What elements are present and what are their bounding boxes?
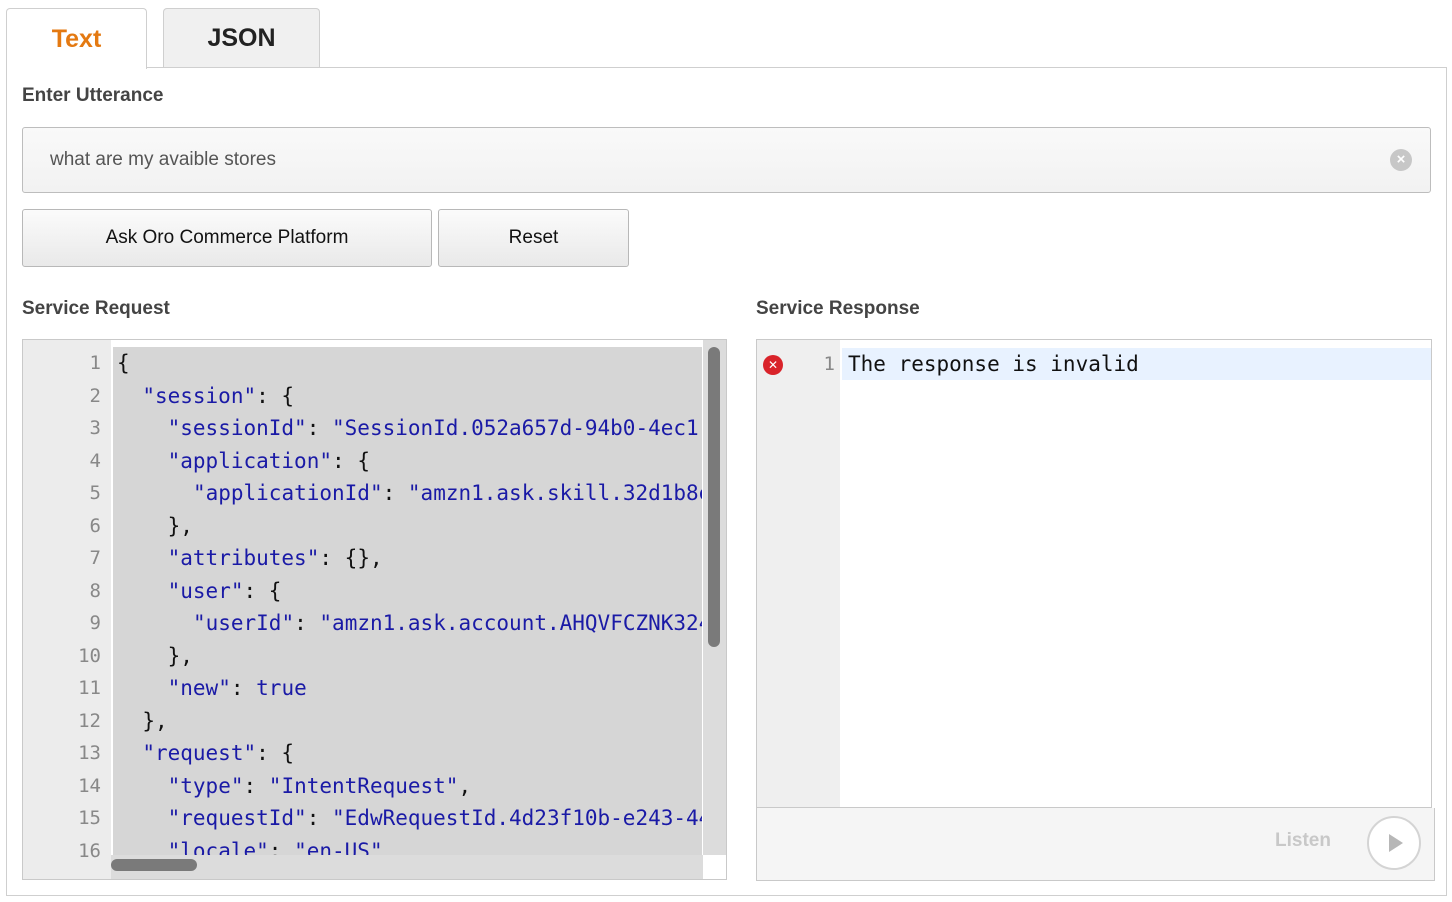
ask-button[interactable]: Ask Oro Commerce Platform <box>22 209 432 267</box>
code-line: "userId": "amzn1.ask.account.AHQVFCZNK32… <box>192 611 702 635</box>
code-line: "request": { <box>142 741 295 765</box>
code-line: }, <box>167 513 193 538</box>
line-number-gutter: 1 2 3 4 5 6 7 8 9 10 11 12 13 14 15 16 <box>23 340 111 879</box>
code-line: "attributes": {}, <box>167 546 383 570</box>
response-text: The response is invalid <box>848 352 1139 376</box>
code-line: "type": "IntentRequest", <box>167 773 472 798</box>
line-number: 7 <box>89 547 101 569</box>
code-line: "sessionId": "SessionId.052a657d-94b0-4e… <box>167 416 702 440</box>
tab-json-label: JSON <box>207 24 276 52</box>
line-number: 5 <box>89 482 101 504</box>
code-line: { <box>117 351 130 375</box>
line-number: 11 <box>78 677 101 699</box>
code-line: }, <box>142 708 168 733</box>
horizontal-scrollbar-thumb[interactable] <box>111 859 197 871</box>
code-line: "session": { <box>142 383 295 408</box>
line-number: 8 <box>89 579 101 602</box>
play-button[interactable] <box>1367 816 1421 870</box>
line-number: 3 <box>89 417 101 439</box>
play-icon <box>1389 834 1403 852</box>
code-area[interactable]: { "session": { "sessionId": "SessionId.0… <box>113 347 702 855</box>
service-request-editor[interactable]: 1 2 3 4 5 6 7 8 9 10 11 12 13 14 15 16 { "session": { "… <box>22 339 727 880</box>
line-number: 16 <box>78 839 101 862</box>
code-line: }, <box>167 643 193 668</box>
code-line: "user": { <box>167 578 282 603</box>
tab-text[interactable]: Text <box>6 8 147 69</box>
service-response-label: Service Response <box>756 298 920 319</box>
line-number-gutter: ✕ 1 <box>757 340 840 807</box>
tab-json[interactable]: JSON <box>163 8 320 68</box>
line-number: 6 <box>89 514 101 537</box>
listen-bar: Listen <box>756 808 1435 881</box>
line-number: 12 <box>78 709 101 732</box>
line-number: 14 <box>78 774 101 797</box>
line-number: 2 <box>89 384 101 407</box>
line-number: 13 <box>78 742 101 764</box>
line-number: 15 <box>78 807 101 829</box>
reset-button[interactable]: Reset <box>438 209 629 267</box>
code-line: "new": true <box>167 676 307 700</box>
code-line: "applicationId": "amzn1.ask.skill.32d1b8… <box>192 481 702 505</box>
utterance-field: × <box>22 127 1431 193</box>
horizontal-scrollbar-track[interactable] <box>111 855 703 879</box>
code-line: "application": { <box>167 448 370 473</box>
service-request-label: Service Request <box>22 298 170 319</box>
utterance-input[interactable] <box>50 128 1350 192</box>
service-response-editor[interactable]: ✕ 1 The response is invalid <box>756 339 1432 808</box>
listen-label: Listen <box>1275 830 1331 851</box>
line-number: 9 <box>89 612 101 634</box>
utterance-label: Enter Utterance <box>22 85 164 106</box>
line-number: 10 <box>78 644 101 667</box>
code-line: "locale": "en-US" <box>167 838 383 856</box>
line-number: 4 <box>89 449 101 472</box>
tab-text-label: Text <box>51 24 102 53</box>
code-line: "requestId": "EdwRequestId.4d23f10b-e243… <box>167 806 702 830</box>
line-number: 1 <box>89 352 101 374</box>
line-number: 1 <box>823 353 835 375</box>
clear-icon[interactable]: × <box>1390 149 1412 171</box>
vertical-scrollbar-thumb[interactable] <box>708 347 720 647</box>
